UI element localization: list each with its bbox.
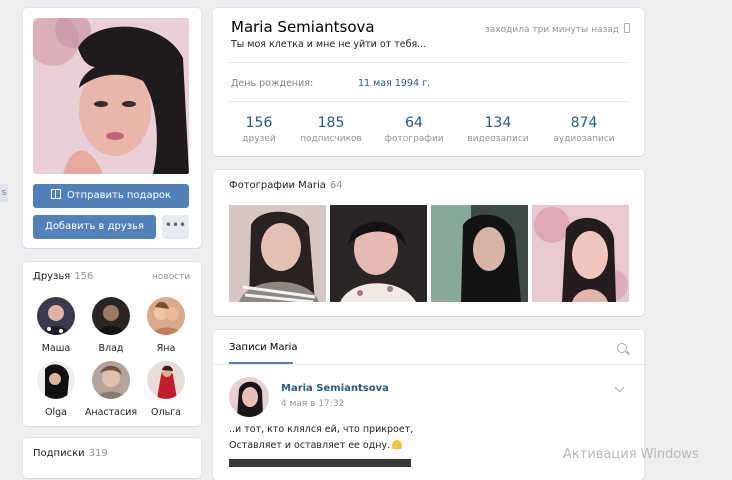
post-author-name[interactable]: Maria Semiantsova: [281, 383, 389, 394]
profile-avatar[interactable]: [33, 18, 189, 174]
subscriptions-count: 319: [88, 448, 108, 459]
counter-photos[interactable]: 64 фотографии: [373, 115, 455, 144]
friends-title[interactable]: Друзья 156: [33, 271, 93, 282]
photos-title[interactable]: Фотографии Maria 64: [229, 180, 343, 191]
friend-avatar: [92, 297, 130, 335]
friend-name: Olga: [45, 407, 67, 418]
friends-count: 156: [74, 271, 94, 282]
yellow-heart-icon: [392, 440, 403, 449]
friend-avatar: [147, 361, 185, 399]
friend-item[interactable]: Анастасия: [83, 361, 139, 418]
counter-audios[interactable]: 874 аудиозаписи: [543, 115, 625, 144]
friend-item[interactable]: Влад: [83, 297, 139, 354]
friend-name: Яна: [156, 343, 176, 354]
birthday-label: День рождения:: [231, 78, 314, 89]
friend-name: Влад: [98, 343, 124, 354]
friend-avatar: [92, 361, 130, 399]
divider: [229, 101, 629, 102]
friend-name: Маша: [41, 343, 71, 354]
post-text-line: Оставляет и оставляет ее одну.: [229, 440, 403, 451]
profile-status[interactable]: Ты моя клетка и мне не уйти от тебя...: [231, 39, 426, 50]
divider: [229, 62, 629, 63]
counter-videos[interactable]: 134 видеозаписи: [457, 115, 539, 144]
online-status: заходила три минуты назад: [485, 23, 630, 35]
search-icon[interactable]: [617, 343, 627, 353]
friend-avatar: [37, 361, 75, 399]
more-actions-button[interactable]: •••: [162, 215, 189, 239]
tab-posts[interactable]: Записи Maria: [229, 342, 298, 353]
photo-thumbnail[interactable]: [330, 205, 427, 302]
send-gift-button[interactable]: Отправить подарок: [33, 184, 189, 208]
post-date[interactable]: 4 мая в 17:32: [281, 399, 344, 409]
friend-name: Ольга: [151, 407, 181, 418]
friend-item[interactable]: Ольга: [138, 361, 194, 418]
post-text-line: ..и тот, кто клялся ей, что прикроет,: [229, 424, 414, 435]
counter-followers[interactable]: 185 подписчиков: [290, 115, 372, 144]
add-friend-button[interactable]: Добавить в друзья: [33, 215, 156, 239]
photos-count: 64: [329, 180, 343, 191]
friend-item[interactable]: Маша: [28, 297, 84, 354]
left-edge-tab: s: [0, 184, 8, 202]
photo-thumbnail[interactable]: [431, 205, 528, 302]
counter-friends[interactable]: 156 друзей: [218, 115, 300, 144]
post-image[interactable]: [229, 459, 411, 467]
friend-name: Анастасия: [84, 407, 138, 418]
gift-icon: [50, 189, 61, 199]
friend-item[interactable]: Olga: [28, 361, 84, 418]
windows-activation-watermark: Активация Windows: [563, 447, 699, 462]
post-author-avatar[interactable]: [229, 377, 269, 417]
profile-name: Maria Semiantsova: [231, 18, 375, 36]
birthday-value[interactable]: 11 мая 1994 г.: [358, 78, 430, 89]
mobile-phone-icon: [624, 23, 630, 33]
subscriptions-title[interactable]: Подписки 319: [33, 448, 108, 459]
photo-thumbnail[interactable]: [532, 205, 629, 302]
friends-news-link[interactable]: новости: [152, 272, 190, 282]
photo-thumbnail[interactable]: [229, 205, 326, 302]
friend-avatar: [147, 297, 185, 335]
send-gift-label: Отправить подарок: [66, 190, 172, 201]
friend-item[interactable]: Яна: [138, 297, 194, 354]
friend-avatar: [37, 297, 75, 335]
divider: [213, 364, 644, 365]
